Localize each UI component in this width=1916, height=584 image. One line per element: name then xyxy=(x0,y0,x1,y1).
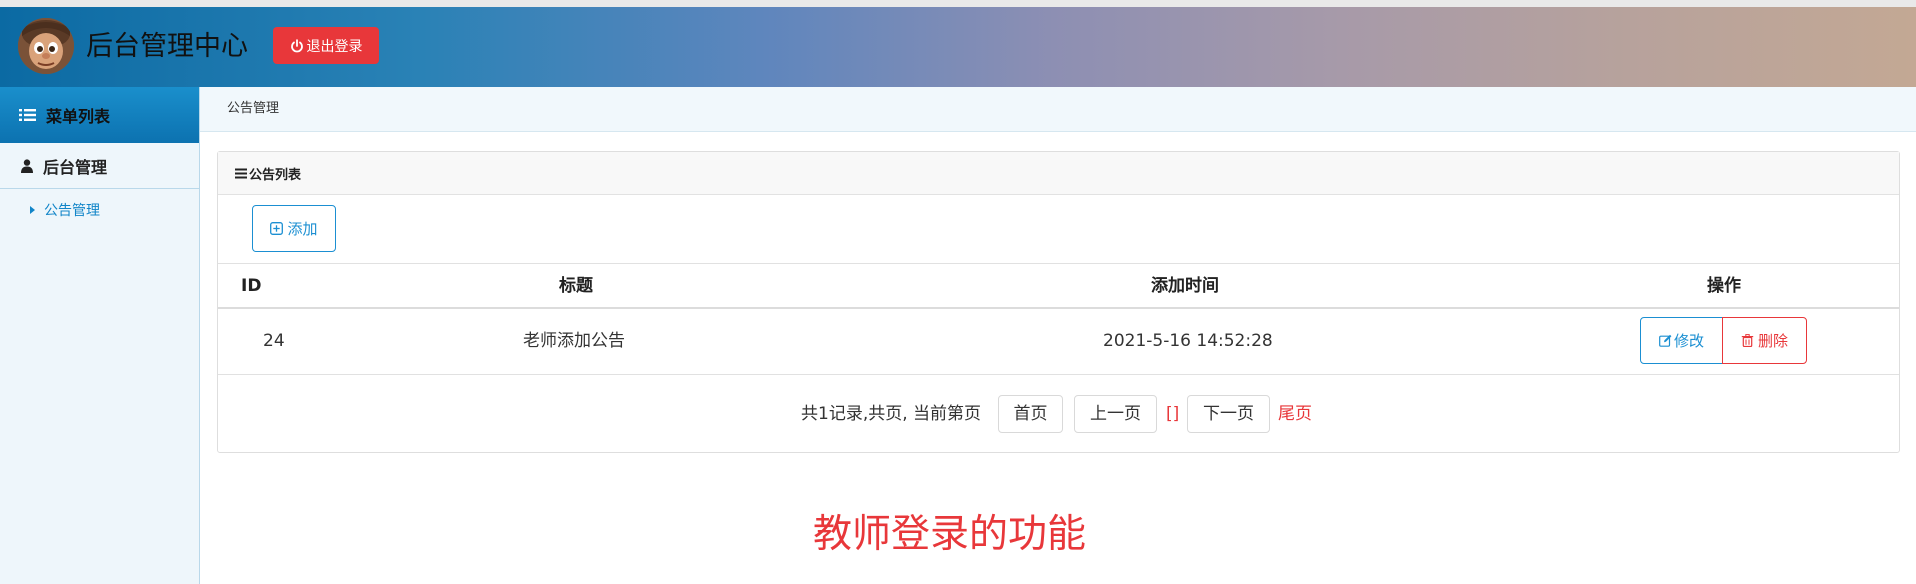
panel-header: 公告列表 xyxy=(218,152,1899,195)
cell-id: 24 xyxy=(263,331,285,351)
notice-list-panel: 公告列表 添加 ID 标题 添加时间 操作 24 老师添加公告 2021-5-1… xyxy=(217,151,1900,453)
column-header-id: ID xyxy=(241,276,262,296)
avatar-image xyxy=(18,18,74,74)
cell-title: 老师添加公告 xyxy=(523,331,625,351)
user-icon xyxy=(21,158,33,173)
sidebar-item-label: 公告管理 xyxy=(44,203,100,219)
sidebar-menu-title: 菜单列表 xyxy=(46,107,111,126)
prev-page-button[interactable]: 上一页 xyxy=(1074,395,1157,433)
avatar[interactable] xyxy=(18,18,74,74)
sidebar-group-label: 后台管理 xyxy=(43,157,108,177)
page-indicator: [] xyxy=(1166,404,1180,424)
sidebar: 菜单列表 后台管理 公告管理 xyxy=(0,87,200,584)
hamburger-icon xyxy=(235,168,247,178)
column-header-title: 标题 xyxy=(559,276,593,296)
pagination-summary: 共1记录,共页, 当前第页 xyxy=(801,404,982,424)
top-header: 后台管理中心 退出登录 xyxy=(0,7,1916,87)
table-top-border xyxy=(218,263,1899,264)
plus-square-icon xyxy=(270,222,284,235)
add-label: 添加 xyxy=(287,220,318,238)
table-header-divider xyxy=(218,307,1899,309)
trash-icon xyxy=(1741,334,1754,347)
list-icon xyxy=(19,109,36,121)
caret-right-icon xyxy=(30,206,35,214)
column-header-added-time: 添加时间 xyxy=(1151,276,1219,296)
edit-button[interactable]: 修改 xyxy=(1640,317,1723,364)
window-top-strip xyxy=(0,0,1916,7)
table-bottom-border xyxy=(218,374,1899,375)
app-title: 后台管理中心 xyxy=(86,31,248,62)
delete-label: 删除 xyxy=(1757,332,1788,350)
logout-label: 退出登录 xyxy=(306,38,363,55)
sidebar-menu-header: 菜单列表 xyxy=(0,87,199,143)
panel-title: 公告列表 xyxy=(249,167,302,183)
cell-added-time: 2021-5-16 14:52:28 xyxy=(1103,331,1273,351)
delete-button[interactable]: 删除 xyxy=(1722,317,1807,364)
edit-label: 修改 xyxy=(1673,332,1704,350)
caption-text: 教师登录的功能 xyxy=(813,512,1087,557)
pagination: 共1记录,共页, 当前第页 首页 上一页 [] 下一页 尾页 xyxy=(218,395,1899,433)
sidebar-item-notice-management[interactable]: 公告管理 xyxy=(0,197,199,223)
logout-button[interactable]: 退出登录 xyxy=(273,27,379,64)
sidebar-group-admin[interactable]: 后台管理 xyxy=(0,143,199,189)
column-header-actions: 操作 xyxy=(1707,276,1741,296)
first-page-button[interactable]: 首页 xyxy=(998,395,1063,433)
breadcrumb: 公告管理 xyxy=(200,87,1916,132)
next-page-button[interactable]: 下一页 xyxy=(1187,395,1270,433)
breadcrumb-current: 公告管理 xyxy=(227,101,280,116)
power-icon xyxy=(290,38,303,52)
last-page-link[interactable]: 尾页 xyxy=(1278,403,1312,425)
add-button[interactable]: 添加 xyxy=(252,205,336,252)
edit-icon xyxy=(1659,334,1672,347)
